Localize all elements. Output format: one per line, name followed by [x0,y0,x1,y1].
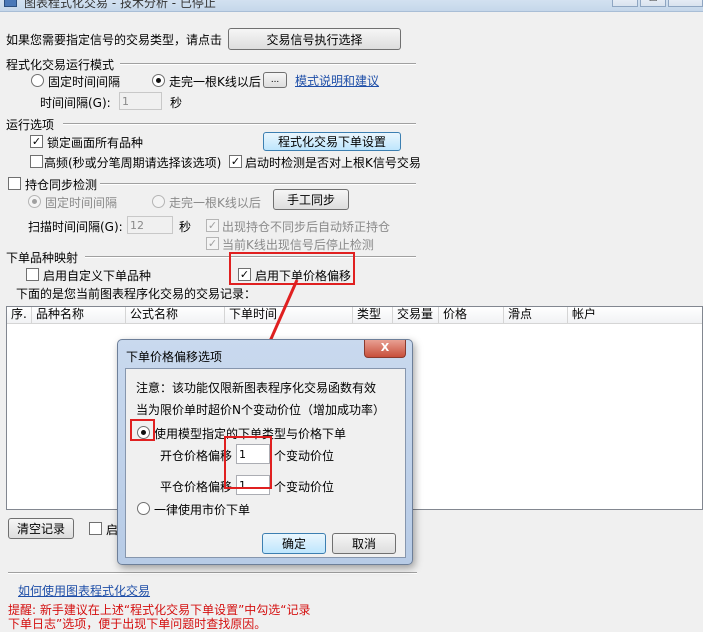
mode-help-link[interactable]: 模式说明和建议 [295,72,379,89]
column-header[interactable]: 滑点 [504,307,568,324]
signal-select-button[interactable]: 交易信号执行选择 [228,28,401,50]
scan-interval-input[interactable] [127,216,173,234]
custom-symbol-checkbox[interactable] [26,268,39,281]
fixed-interval-label: 固定时间间隔 [48,75,121,89]
auto-fix-label: 出现持仓不同步后自动矫正持仓 [222,220,391,234]
use-model-label: 使用模型指定的下单类型与价格下单 [154,427,347,441]
sync-after-kline-radio[interactable] [152,195,165,208]
table-header: 序. 品种名称 公式名称 下单时间 类型 交易量 价格 滑点 帐户 [7,307,702,324]
scan-interval-unit: 秒 [179,220,192,234]
price-offset-checkbox[interactable]: ✓ [238,268,251,281]
order-settings-button[interactable]: 程式化交易下单设置 [263,132,401,151]
dialog-cancel-button[interactable]: 取消 [332,533,396,554]
position-sync-checkbox[interactable] [8,177,21,190]
sync-fixed-interval-radio[interactable] [28,195,41,208]
dialog-close-button[interactable]: X [364,340,406,358]
window-close-button[interactable]: ✕ [668,0,703,7]
column-header[interactable]: 品种名称 [32,307,126,324]
open-offset-label: 开仓价格偏移 [160,449,233,463]
separator [85,256,416,258]
stop-on-signal-label: 当前K线出现信号后停止检测 [222,238,374,252]
tip-line-2: 下单日志”选项，便于出现下单问题时查找原因。 [8,617,267,631]
run-options-heading: 运行选项 [6,118,55,132]
auto-fix-checkbox[interactable]: ✓ [206,219,219,232]
run-mode-heading: 程式化交易运行模式 [6,58,115,72]
close-offset-input[interactable] [236,475,270,495]
position-sync-label: 持仓同步检测 [25,178,98,192]
check-on-start-label: 启动时检测是否对上根K信号交易 [245,156,421,170]
custom-symbol-label: 启用自定义下单品种 [43,269,152,283]
dialog-note-1: 注意：该功能仅限新图表程序化交易函数有效 [136,381,377,395]
market-order-label: 一律使用市价下单 [154,503,251,517]
market-order-radio[interactable] [137,502,150,515]
lock-all-checkbox[interactable]: ✓ [30,135,43,148]
close-offset-unit: 个变动价位 [274,480,335,494]
records-caption: 下面的是您当前图表程序化交易的交易记录： [16,287,257,301]
after-kline-label: 走完一根K线以后 [169,75,261,89]
column-header[interactable]: 交易量 [393,307,439,324]
mapping-heading: 下单品种映射 [6,251,79,265]
price-offset-dialog: 下单价格偏移选项 X 注意：该功能仅限新图表程序化交易函数有效 当为限价单时超价… [117,339,413,565]
dialog-title: 下单价格偏移选项 [126,350,223,364]
separator [8,572,417,574]
manual-sync-button[interactable]: 手工同步 [273,189,349,210]
interval-label: 时间间隔(G): [40,96,111,110]
high-freq-label: 高频(秒或分笔周期请选择该选项) [44,156,222,170]
scan-interval-label: 扫描时间间隔(G): [28,220,123,234]
stop-on-signal-checkbox[interactable]: ✓ [206,237,219,250]
close-offset-label: 平仓价格偏移 [160,480,233,494]
interval-unit: 秒 [170,96,183,110]
column-header[interactable]: 类型 [353,307,393,324]
column-header[interactable]: 帐户 [568,307,702,324]
sync-after-kline-label: 走完一根K线以后 [169,196,261,210]
fixed-interval-radio[interactable] [31,74,44,87]
dialog-note-2: 当为限价单时超价N个变动价位（增加成功率） [136,403,385,417]
separator [100,183,416,185]
signal-prompt: 如果您需要指定信号的交易类型，请点击 [6,33,223,47]
use-model-radio[interactable] [137,426,150,439]
lock-all-label: 锁定画面所有品种 [47,136,144,150]
separator [63,123,416,125]
maximize-button[interactable]: □ [640,0,666,7]
check-on-start-checkbox[interactable]: ✓ [229,155,242,168]
open-offset-unit: 个变动价位 [274,449,335,463]
bottom-checkbox[interactable] [89,522,102,535]
dialog-ok-button[interactable]: 确定 [262,533,326,554]
interval-input[interactable] [119,92,162,110]
minimize-button[interactable]: — [612,0,638,7]
window-title: 图表程式化交易 - 技术分析 - 已停止 [24,0,216,10]
high-freq-checkbox[interactable] [30,155,43,168]
open-offset-input[interactable] [236,444,270,464]
column-header[interactable]: 公式名称 [126,307,225,324]
dialog-body: 注意：该功能仅限新图表程序化交易函数有效 当为限价单时超价N个变动价位（增加成功… [125,368,406,558]
sync-fixed-interval-label: 固定时间间隔 [45,196,118,210]
separator [120,63,416,65]
app-icon [4,0,17,7]
mode-options-button[interactable]: ... [263,72,287,88]
after-kline-radio[interactable] [152,74,165,87]
column-header[interactable]: 价格 [439,307,504,324]
column-header[interactable]: 序. [7,307,32,324]
help-link[interactable]: 如何使用图表程式化交易 [18,582,150,599]
title-bar: 图表程式化交易 - 技术分析 - 已停止 — □ ✕ [0,0,703,12]
clear-records-button[interactable]: 清空记录 [8,518,74,539]
